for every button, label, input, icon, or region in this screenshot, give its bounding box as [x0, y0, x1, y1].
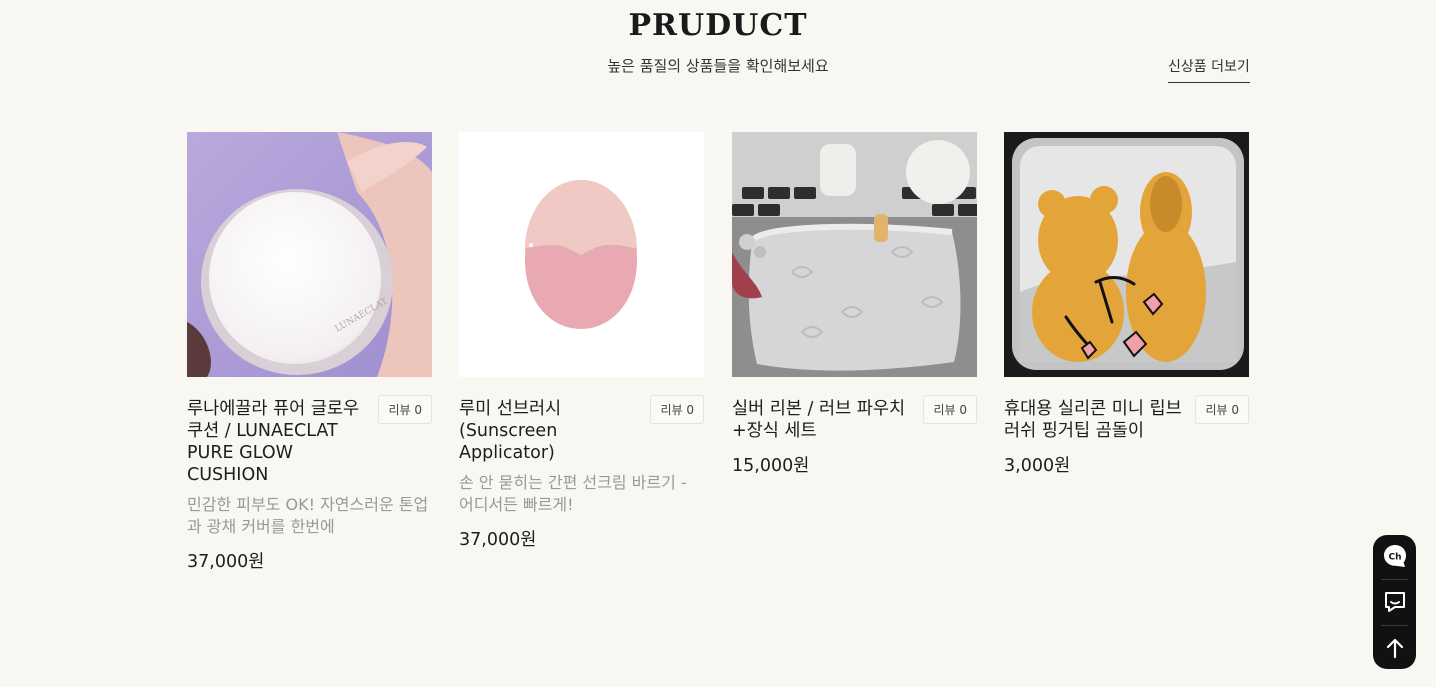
review-count-badge[interactable]: 리뷰 0 [923, 395, 977, 424]
scroll-top-button[interactable] [1373, 627, 1416, 669]
message-icon [1384, 592, 1405, 612]
chat-icon: Ch [1383, 545, 1406, 567]
product-description: 민감한 피부도 OK! 자연스러운 톤업과 광채 커버를 한번에 [187, 495, 429, 536]
divider [1381, 579, 1408, 580]
product-name[interactable]: 루미 선브러시 (Sunscreen Applicator) [459, 398, 639, 464]
review-count-badge[interactable]: 리뷰 0 [1195, 395, 1249, 424]
product-image-cushion[interactable]: LUNAECLAT [187, 132, 432, 377]
channel-chat-button[interactable]: Ch [1373, 535, 1416, 577]
product-card: 휴대용 실리콘 미니 립브러쉬 핑거팁 곰돌이 리뷰 0 3,000원 [1004, 132, 1249, 477]
product-description: 손 안 묻히는 간편 선크림 바르기 - 어디서든 빠르게! [459, 473, 687, 514]
product-price: 3,000원 [1004, 456, 1071, 476]
product-price: 37,000원 [187, 552, 265, 572]
product-section: PRUDUCT 높은 품질의 상품들을 확인해보세요 신상품 더보기 LUNAE… [0, 0, 1436, 687]
product-image-lipbrush[interactable] [1004, 132, 1249, 377]
section-title: PRUDUCT [628, 8, 808, 43]
review-count-badge[interactable]: 리뷰 0 [650, 395, 704, 424]
arrow-up-icon [1386, 638, 1403, 659]
new-products-more-link[interactable]: 신상품 더보기 [1168, 56, 1250, 83]
svg-text:Ch: Ch [1388, 553, 1401, 563]
divider [1381, 625, 1408, 626]
product-price: 37,000원 [459, 530, 537, 550]
product-card: 실버 리본 / 러브 파우치 +장식 세트 리뷰 0 15,000원 [732, 132, 977, 477]
product-price: 15,000원 [732, 456, 810, 476]
product-image-sunbrush[interactable] [459, 132, 704, 377]
product-name[interactable]: 실버 리본 / 러브 파우치 +장식 세트 [732, 398, 912, 442]
product-card: LUNAECLAT 루나에끌라 퓨어 글로우 쿠션 / LUNAECLAT PU… [187, 132, 432, 573]
product-card: 루미 선브러시 (Sunscreen Applicator) 리뷰 0 손 안 … [459, 132, 704, 551]
message-button[interactable] [1373, 581, 1416, 623]
product-name[interactable]: 루나에끌라 퓨어 글로우 쿠션 / LUNAECLAT PURE GLOW CU… [187, 398, 367, 486]
product-name[interactable]: 휴대용 실리콘 미니 립브러쉬 핑거팁 곰돌이 [1004, 398, 1184, 442]
review-count-badge[interactable]: 리뷰 0 [378, 395, 432, 424]
floating-action-bar: Ch [1373, 535, 1416, 669]
product-image-pouch[interactable] [732, 132, 977, 377]
